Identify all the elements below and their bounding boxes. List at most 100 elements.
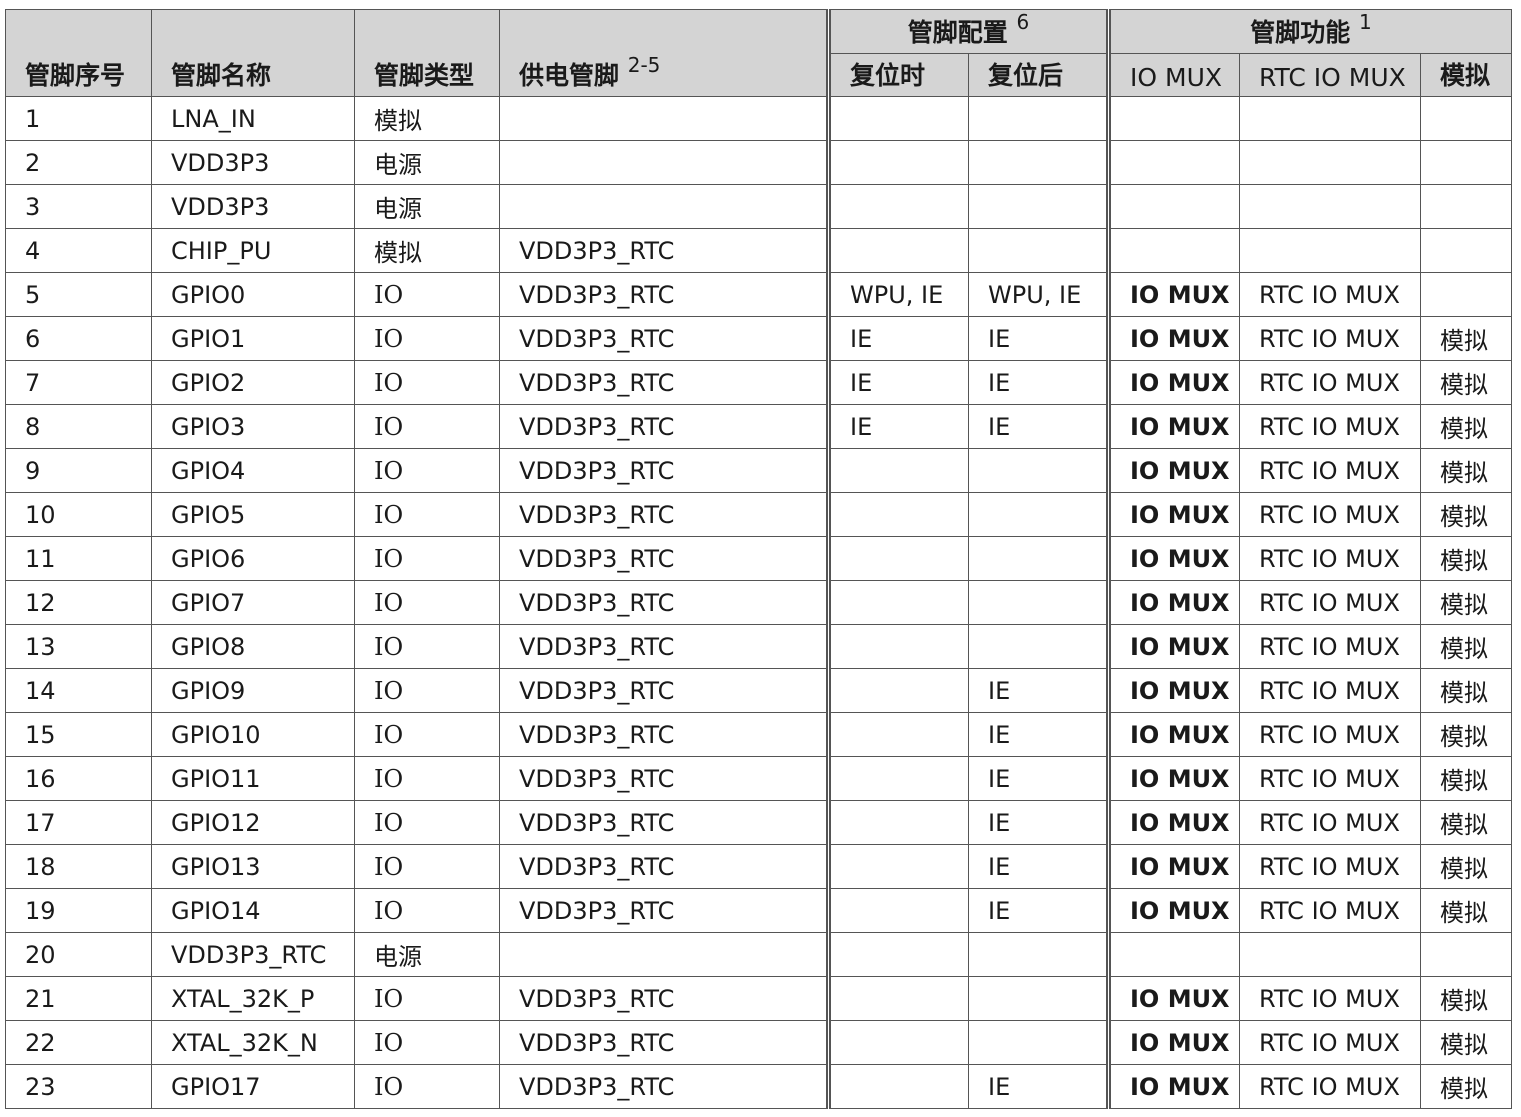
cell-pin-type: IO — [354, 536, 500, 581]
cell-analog: 模拟 — [1420, 712, 1512, 757]
cell-reset — [826, 888, 969, 933]
cell-pin-no: 7 — [5, 360, 152, 405]
cell-after-reset: IE — [968, 360, 1109, 405]
cell-analog — [1420, 184, 1512, 229]
cell-analog: 模拟 — [1420, 800, 1512, 845]
header-pin-function: 管脚功能 1 — [1106, 9, 1512, 54]
cell-pin-no: 15 — [5, 712, 152, 757]
cell-analog: 模拟 — [1420, 492, 1512, 537]
cell-after-reset: IE — [968, 316, 1109, 361]
cell-pin-name: XTAL_32K_P — [151, 976, 355, 1021]
header-pin-config: 管脚配置 6 — [826, 9, 1109, 54]
cell-reset — [826, 800, 969, 845]
cell-after-reset: IE — [968, 1064, 1109, 1109]
cell-pin-name: LNA_IN — [151, 96, 355, 141]
cell-io-mux: IO MUX — [1106, 492, 1240, 537]
cell-rtc-io-mux — [1239, 140, 1421, 185]
cell-pin-no: 13 — [5, 624, 152, 669]
cell-io-mux: IO MUX — [1106, 844, 1240, 889]
header-rtc-io-mux: RTC IO MUX — [1239, 53, 1421, 97]
cell-pin-type: IO — [354, 888, 500, 933]
cell-pin-name: GPIO11 — [151, 756, 355, 801]
cell-pin-name: VDD3P3_RTC — [151, 932, 355, 977]
cell-pin-no: 21 — [5, 976, 152, 1021]
cell-pin-type: IO — [354, 756, 500, 801]
cell-pin-name: GPIO7 — [151, 580, 355, 625]
table-row: 16 GPIO11 IO VDD3P3_RTC IE IO MUX RTC IO MUX 模拟 — [5, 756, 1512, 801]
header-after-reset: 复位后 — [968, 53, 1109, 97]
pin-table: 管脚序号 管脚名称 管脚类型 供电管脚 2-5 管脚配置 6 管脚功能 1 复位… — [5, 9, 1512, 1109]
cell-pin-no: 22 — [5, 1020, 152, 1065]
table-row: 4 CHIP_PU 模拟 VDD3P3_RTC — [5, 228, 1512, 273]
cell-rtc-io-mux: RTC IO MUX — [1239, 1064, 1421, 1109]
footnote-ref-power: 2-5 — [627, 53, 661, 77]
cell-analog — [1420, 228, 1512, 273]
cell-pin-no: 5 — [5, 272, 152, 317]
cell-power-pin: VDD3P3_RTC — [499, 668, 829, 713]
cell-io-mux: IO MUX — [1106, 1020, 1240, 1065]
table-row: 8 GPIO3 IO VDD3P3_RTC IE IE IO MUX RTC IO MUX 模拟 — [5, 404, 1512, 449]
cell-pin-name: GPIO2 — [151, 360, 355, 405]
cell-analog: 模拟 — [1420, 844, 1512, 889]
cell-rtc-io-mux: RTC IO MUX — [1239, 404, 1421, 449]
cell-reset — [826, 184, 969, 229]
cell-power-pin: VDD3P3_RTC — [499, 976, 829, 1021]
cell-after-reset: WPU, IE — [968, 272, 1109, 317]
cell-after-reset: IE — [968, 844, 1109, 889]
cell-pin-no: 10 — [5, 492, 152, 537]
cell-pin-type: IO — [354, 624, 500, 669]
cell-rtc-io-mux: RTC IO MUX — [1239, 316, 1421, 361]
cell-pin-no: 19 — [5, 888, 152, 933]
cell-rtc-io-mux: RTC IO MUX — [1239, 888, 1421, 933]
cell-reset — [826, 756, 969, 801]
cell-pin-no: 14 — [5, 668, 152, 713]
cell-power-pin — [499, 184, 829, 229]
cell-rtc-io-mux — [1239, 932, 1421, 977]
cell-after-reset: IE — [968, 756, 1109, 801]
cell-pin-type: IO — [354, 492, 500, 537]
table-header: 管脚序号 管脚名称 管脚类型 供电管脚 2-5 管脚配置 6 管脚功能 1 复位… — [5, 9, 1512, 97]
cell-io-mux — [1106, 96, 1240, 141]
cell-pin-type: IO — [354, 844, 500, 889]
cell-after-reset — [968, 976, 1109, 1021]
table-row: 1 LNA_IN 模拟 — [5, 96, 1512, 141]
header-pin-name: 管脚名称 — [151, 9, 355, 97]
header-io-mux: IO MUX — [1106, 53, 1240, 97]
cell-reset — [826, 1064, 969, 1109]
cell-io-mux: IO MUX — [1106, 536, 1240, 581]
table-row: 22 XTAL_32K_N IO VDD3P3_RTC IO MUX RTC IO MUX… — [5, 1020, 1512, 1065]
table-row: 19 GPIO14 IO VDD3P3_RTC IE IO MUX RTC IO MUX 模拟 — [5, 888, 1512, 933]
cell-analog: 模拟 — [1420, 316, 1512, 361]
cell-rtc-io-mux: RTC IO MUX — [1239, 580, 1421, 625]
cell-after-reset: IE — [968, 668, 1109, 713]
cell-power-pin: VDD3P3_RTC — [499, 536, 829, 581]
cell-after-reset — [968, 96, 1109, 141]
cell-pin-name: VDD3P3 — [151, 140, 355, 185]
footnote-ref-config: 6 — [1016, 10, 1030, 35]
pin-table-container: 管脚序号 管脚名称 管脚类型 供电管脚 2-5 管脚配置 6 管脚功能 1 复位… — [5, 9, 1512, 1109]
cell-pin-no: 3 — [5, 184, 152, 229]
table-row: 21 XTAL_32K_P IO VDD3P3_RTC IO MUX RTC IO MUX… — [5, 976, 1512, 1021]
cell-rtc-io-mux: RTC IO MUX — [1239, 712, 1421, 757]
cell-pin-name: GPIO0 — [151, 272, 355, 317]
cell-rtc-io-mux — [1239, 228, 1421, 273]
cell-after-reset — [968, 932, 1109, 977]
cell-analog: 模拟 — [1420, 580, 1512, 625]
cell-pin-type: IO — [354, 976, 500, 1021]
cell-pin-no: 17 — [5, 800, 152, 845]
cell-reset — [826, 492, 969, 537]
cell-pin-type: IO — [354, 580, 500, 625]
cell-pin-no: 12 — [5, 580, 152, 625]
cell-analog — [1420, 272, 1512, 317]
cell-io-mux: IO MUX — [1106, 756, 1240, 801]
cell-io-mux: IO MUX — [1106, 888, 1240, 933]
cell-pin-type: 电源 — [354, 184, 500, 229]
cell-io-mux — [1106, 228, 1240, 273]
cell-io-mux: IO MUX — [1106, 1064, 1240, 1109]
cell-reset — [826, 712, 969, 757]
cell-io-mux: IO MUX — [1106, 360, 1240, 405]
cell-pin-name: GPIO13 — [151, 844, 355, 889]
cell-rtc-io-mux: RTC IO MUX — [1239, 536, 1421, 581]
cell-power-pin: VDD3P3_RTC — [499, 756, 829, 801]
cell-pin-type: 电源 — [354, 140, 500, 185]
